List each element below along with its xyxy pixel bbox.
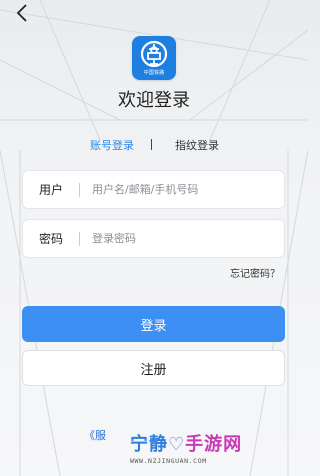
watermark-left: 宁静 bbox=[130, 434, 168, 455]
page-title: 欢迎登录 bbox=[118, 90, 190, 111]
logo-caption: 中国铁路 bbox=[143, 70, 165, 76]
password-input[interactable] bbox=[92, 232, 284, 245]
railway-logo-icon bbox=[140, 40, 168, 68]
watermark-url: WWW.NZJINGUAN.COM bbox=[130, 457, 207, 465]
app-logo: 中国铁路 bbox=[132, 36, 176, 80]
login-tabs: 账号登录 指纹登录 bbox=[0, 137, 308, 153]
login-button[interactable]: 登录 bbox=[22, 306, 285, 342]
username-label: 用户 bbox=[39, 183, 64, 197]
tab-divider bbox=[151, 139, 152, 150]
password-label: 密码 bbox=[39, 232, 64, 246]
watermark-right: 手游网 bbox=[185, 434, 243, 455]
watermark-title: 宁静♡手游网 bbox=[130, 430, 242, 456]
tab-account-login[interactable]: 账号登录 bbox=[90, 137, 134, 153]
chevron-left-icon bbox=[16, 4, 27, 22]
watermark-heart-icon: ♡ bbox=[168, 434, 186, 455]
tab-fingerprint-login[interactable]: 指纹登录 bbox=[175, 137, 219, 153]
register-button[interactable]: 注册 bbox=[22, 350, 285, 386]
forgot-password-link[interactable]: 忘记密码？ bbox=[230, 265, 280, 280]
terms-link[interactable]: 《服 bbox=[84, 427, 106, 443]
back-button[interactable] bbox=[12, 2, 32, 24]
watermark: 宁静♡手游网 WWW.NZJINGUAN.COM bbox=[130, 430, 308, 476]
username-input[interactable] bbox=[92, 183, 284, 196]
password-field: 密码 bbox=[22, 219, 285, 258]
username-field: 用户 bbox=[22, 170, 285, 209]
field-divider bbox=[79, 182, 80, 197]
field-divider bbox=[79, 231, 80, 246]
